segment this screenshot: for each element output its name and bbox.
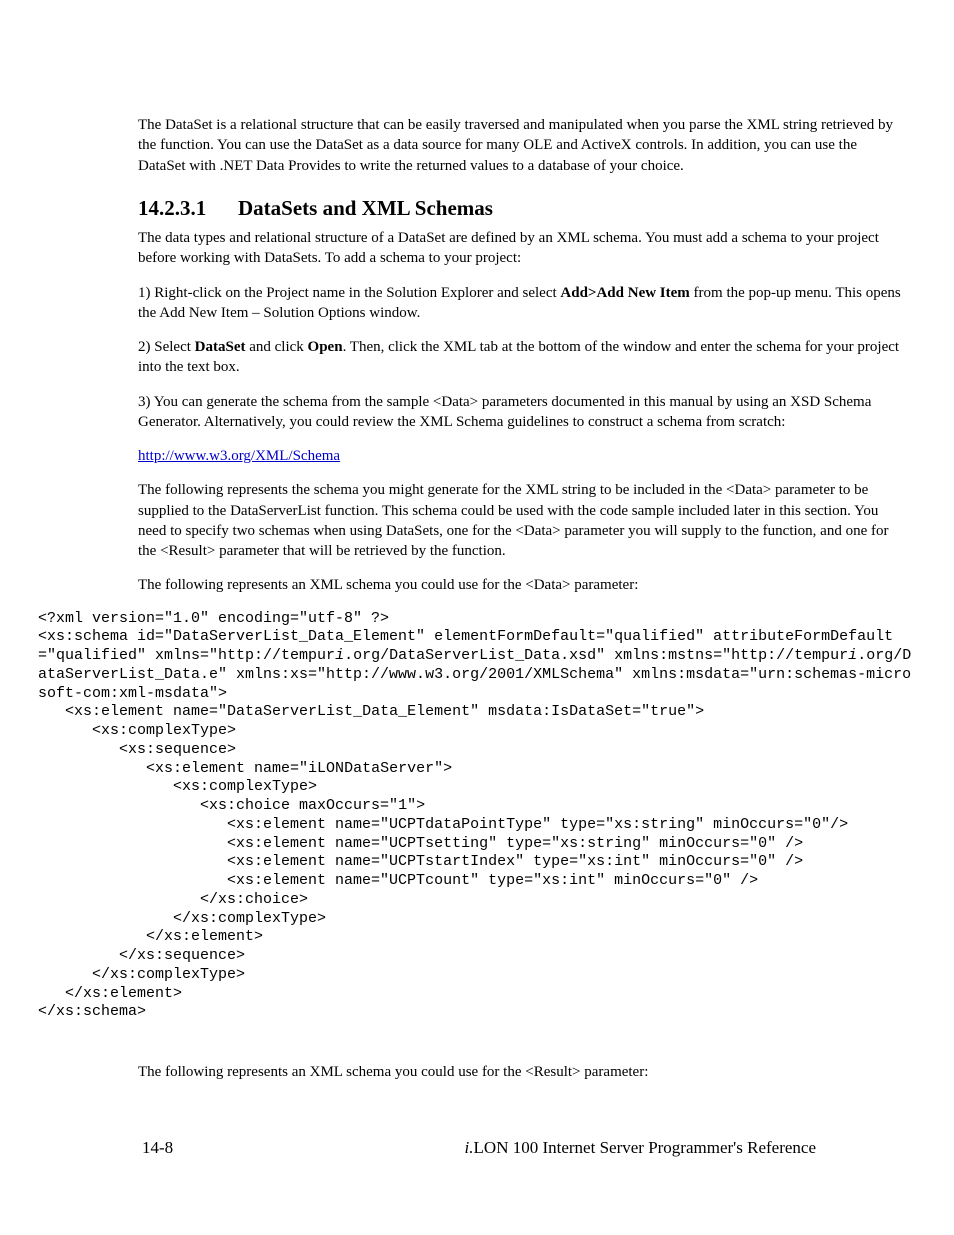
- step2-pre: 2) Select: [138, 339, 195, 355]
- step-2: 2) Select DataSet and click Open. Then, …: [138, 337, 906, 378]
- footer-title: i.LON 100 Internet Server Programmer's R…: [465, 1137, 816, 1160]
- step-1: 1) Right-click on the Project name in th…: [138, 283, 906, 324]
- step2-bold-open: Open: [308, 339, 343, 355]
- code-part-2: .org/DataServerList_Data.xsd" xmlns:mstn…: [344, 647, 848, 664]
- body-column-lower: The following represents an XML schema y…: [138, 1062, 906, 1082]
- schema-link-para: http://www.w3.org/XML/Schema: [138, 446, 906, 466]
- section-title-text: DataSets and XML Schemas: [238, 196, 493, 220]
- step1-bold: Add>Add New Item: [560, 285, 689, 301]
- page-number: 14-8: [142, 1137, 173, 1160]
- body-column: The DataSet is a relational structure th…: [138, 115, 906, 596]
- code-italic-i-2: i: [848, 647, 857, 664]
- step1-text-pre: 1) Right-click on the Project name in th…: [138, 285, 560, 301]
- xml-schema-link[interactable]: http://www.w3.org/XML/Schema: [138, 448, 340, 464]
- schema-explanation: The following represents the schema you …: [138, 480, 906, 561]
- step2-bold-dataset: DataSet: [195, 339, 246, 355]
- footer-title-text: LON 100 Internet Server Programmer's Ref…: [474, 1138, 816, 1157]
- page-footer: 14-8 i.LON 100 Internet Server Programme…: [142, 1137, 816, 1160]
- intro-paragraph: The DataSet is a relational structure th…: [138, 115, 906, 176]
- result-schema-intro: The following represents an XML schema y…: [138, 1062, 906, 1082]
- section-number: 14.2.3.1: [138, 194, 238, 222]
- paragraph-schema-intro: The data types and relational structure …: [138, 228, 906, 269]
- code-italic-i-1: i: [335, 647, 344, 664]
- data-schema-intro: The following represents an XML schema y…: [138, 575, 906, 595]
- document-page: The DataSet is a relational structure th…: [0, 0, 954, 1200]
- step2-mid: and click: [245, 339, 307, 355]
- xml-schema-code: <?xml version="1.0" encoding="utf-8" ?> …: [38, 610, 916, 1023]
- code-part-3: .org/DataServerList_Data.e" xmlns:xs="ht…: [38, 647, 911, 1020]
- step-3: 3) You can generate the schema from the …: [138, 392, 906, 433]
- section-heading: 14.2.3.1DataSets and XML Schemas: [138, 194, 906, 222]
- footer-italic-prefix: i.: [465, 1138, 474, 1157]
